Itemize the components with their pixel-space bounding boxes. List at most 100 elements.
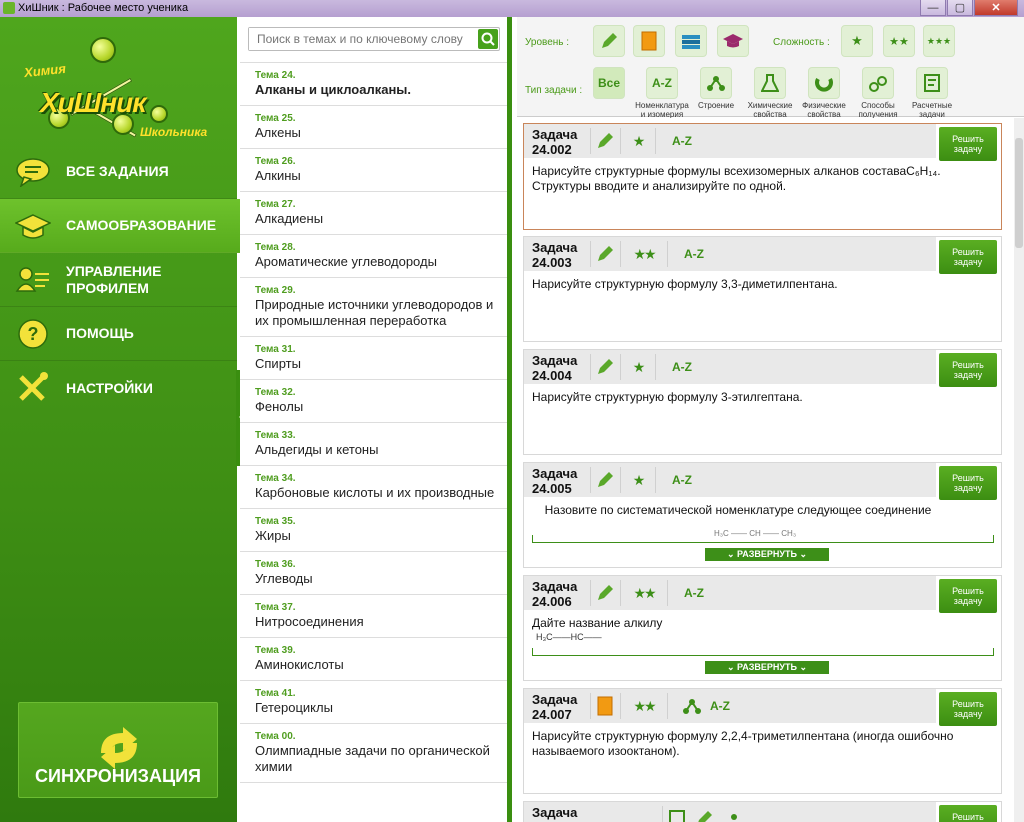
difficulty-stars: ★ [632,132,645,149]
level-cap-button[interactable] [717,25,749,57]
menu-self-education[interactable]: САМООБРАЗОВАНИЕ [0,199,253,253]
task-title: Задача [532,805,578,820]
level-label: Уровень : [525,37,570,48]
topic-number: Тема 27. [255,199,296,210]
topic-item[interactable]: Тема 29. Природные источники углеводородо… [240,278,507,337]
solve-task-button[interactable]: Решить задачу [939,353,997,387]
task-type-label: Тип задачи : [525,85,583,96]
chevron-down-icon: ⌄ [796,549,807,559]
type-physical[interactable]: Физические свойства [797,67,851,119]
topic-name: Углеводы [255,571,313,586]
topic-item[interactable]: Тема 36. Углеводы [240,552,507,595]
pencil-icon [590,354,618,380]
level-books-button[interactable] [675,25,707,57]
difficulty-3-button[interactable]: ★★★ [923,25,955,57]
molecule-icon [700,67,732,99]
difficulty-stars: ★ [632,358,645,375]
menu-help[interactable]: ? ПОМОЩЬ [0,307,237,361]
difficulty-stars: ★ [632,471,645,488]
close-button[interactable]: ✕ [974,0,1018,16]
solve-task-button[interactable]: Решить задачу [939,127,997,161]
topic-name: Алкадиены [255,211,324,226]
topic-number: Тема 37. [255,602,296,613]
search-input[interactable] [249,28,469,50]
menu-help-label: ПОМОЩЬ [66,325,134,341]
topic-item[interactable]: Тема 32. Фенолы [240,380,507,423]
main-menu: ВСЕ ЗАДАНИЯ САМООБРАЗОВАНИЕ УПРАВЛЕНИЕ П… [0,145,253,415]
task-card[interactable]: Задача 24.007 ★★ A-Z Решить задачу Нарис… [523,688,1002,794]
type-preparation[interactable]: Способы получения [851,67,905,119]
topic-item[interactable]: Тема 41. Гетероциклы [240,681,507,724]
difficulty-indicator: ★★ [620,580,668,606]
sync-button[interactable]: СИНХРОНИЗАЦИЯ [18,702,218,798]
difficulty-2-button[interactable]: ★★ [883,25,915,57]
solve-task-button[interactable]: Решить [939,805,997,822]
maximize-button[interactable]: ▢ [947,0,973,16]
difficulty-stars: ★★ [633,584,656,601]
topic-item[interactable]: Тема 28. Ароматические углеводороды [240,235,507,278]
topic-name: Жиры [255,528,291,543]
graduation-cap-icon [723,34,743,48]
task-card[interactable]: Задача 24.006 ★★ A-Z Решить задачу Дайте… [523,575,1002,681]
pencil-icon [690,806,718,822]
topic-number: Тема 32. [255,387,296,398]
topic-item[interactable]: Тема 00. Олимпиадные задачи по органическ… [240,724,507,783]
type-all-button[interactable]: Все [593,67,625,99]
formula-preview: H₃C——HC—— [536,632,602,642]
level-pencil-button[interactable] [593,25,625,57]
task-title: Задача 24.007 [532,692,578,722]
stars-icon: ★★ [889,35,909,48]
task-text: Нарисуйте структурную формулу 3-этилгепт… [532,390,803,404]
solve-task-button[interactable]: Решить задачу [939,240,997,274]
scrollbar-thumb[interactable] [1015,138,1023,248]
expand-button[interactable]: ⌄ РАЗВЕРНУТЬ ⌄ [705,548,829,561]
topic-item[interactable]: Тема 24. Алканы и циклоалканы. [240,63,507,106]
search-button[interactable] [478,29,498,49]
task-card[interactable]: Задача 24.002 ★ A-Z Решить задачу Нарису… [523,123,1002,230]
chevron-down-icon: ⌄ [726,549,738,559]
topic-item[interactable]: Тема 34. Карбоновые кислоты и их производ… [240,466,507,509]
menu-settings[interactable]: НАСТРОЙКИ [0,361,237,415]
type-chemical[interactable]: Химические свойства [743,67,797,119]
topic-item[interactable]: Тема 35. Жиры [240,509,507,552]
difficulty-1-button[interactable]: ★ [841,25,873,57]
search-icon [481,32,495,46]
type-structure[interactable]: Строение [689,67,743,110]
app-icon [3,2,15,14]
menu-settings-label: НАСТРОЙКИ [66,379,153,396]
expand-bracket [532,648,994,656]
menu-all-tasks[interactable]: ВСЕ ЗАДАНИЯ [0,145,237,199]
topic-item[interactable]: Тема 33. Альдегиды и кетоны [240,423,507,466]
solve-task-button[interactable]: Решить задачу [939,692,997,726]
topic-item[interactable]: Тема 27. Алкадиены [240,192,507,235]
topic-name: Спирты [255,356,301,371]
topic-item[interactable]: Тема 39. Аминокислоты [240,638,507,681]
topic-name: Алкины [255,168,301,183]
task-card[interactable]: Задача 24.005 ★ A-Z Решить задачу Назови… [523,462,1002,568]
task-card[interactable]: Задача 24.004 ★ A-Z Решить задачу Нарису… [523,349,1002,455]
task-text: Нарисуйте структурную формулу 2,2,4-трим… [532,729,954,758]
menu-profile[interactable]: УПРАВЛЕНИЕ ПРОФИЛЕМ [0,253,237,307]
type-nomenclature[interactable]: A-Z Номенклатура и изомерия [635,67,689,119]
level-book-button[interactable] [633,25,665,57]
book-icon [590,693,618,719]
topic-item[interactable]: Тема 26. Алкины [240,149,507,192]
logo-text-sub: Школьника [140,125,208,139]
topic-item[interactable]: Тема 25. Алкены [240,106,507,149]
task-text: Нарисуйте структурные формулы всехизомер… [532,164,941,193]
solve-task-button[interactable]: Решить задачу [939,579,997,613]
task-list-scrollbar[interactable] [1014,118,1024,822]
task-card[interactable]: Задача Решить [523,801,1002,822]
type-all-label: Все [597,76,620,90]
topic-item[interactable]: Тема 31. Спирты [240,337,507,380]
minimize-button[interactable]: — [920,0,946,16]
type-calculation[interactable]: Расчетные задачи [905,67,959,119]
topic-number: Тема 36. [255,559,296,570]
task-card[interactable]: Задача 24.003 ★★ A-Z Решить задачу Нарис… [523,236,1002,342]
topic-item[interactable]: Тема 37. Нитросоединения [240,595,507,638]
books-icon [682,35,700,49]
task-header: Задача [524,802,936,822]
expand-button[interactable]: ⌄ РАЗВЕРНУТЬ ⌄ [705,661,829,674]
topic-number: Тема 34. [255,473,296,484]
solve-task-button[interactable]: Решить задачу [939,466,997,500]
